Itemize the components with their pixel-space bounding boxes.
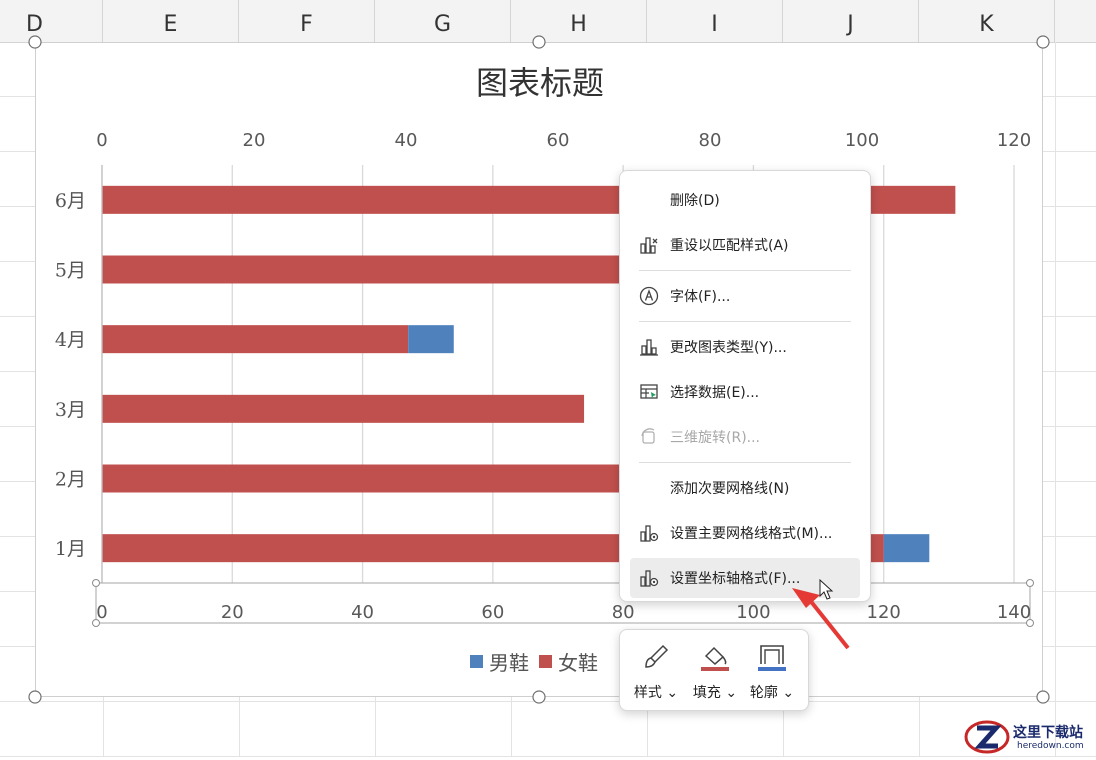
cursor-overlay <box>792 578 850 650</box>
watermark-z-icon <box>964 720 1010 754</box>
watermark-logo: 这里下载站 heredown.com <box>963 718 1096 756</box>
watermark-text: 这里下载站 <box>1013 725 1083 741</box>
watermark-url: heredown.com <box>1017 741 1084 751</box>
annotation-arrow-icon <box>807 597 850 650</box>
mouse-cursor-icon <box>819 578 834 600</box>
